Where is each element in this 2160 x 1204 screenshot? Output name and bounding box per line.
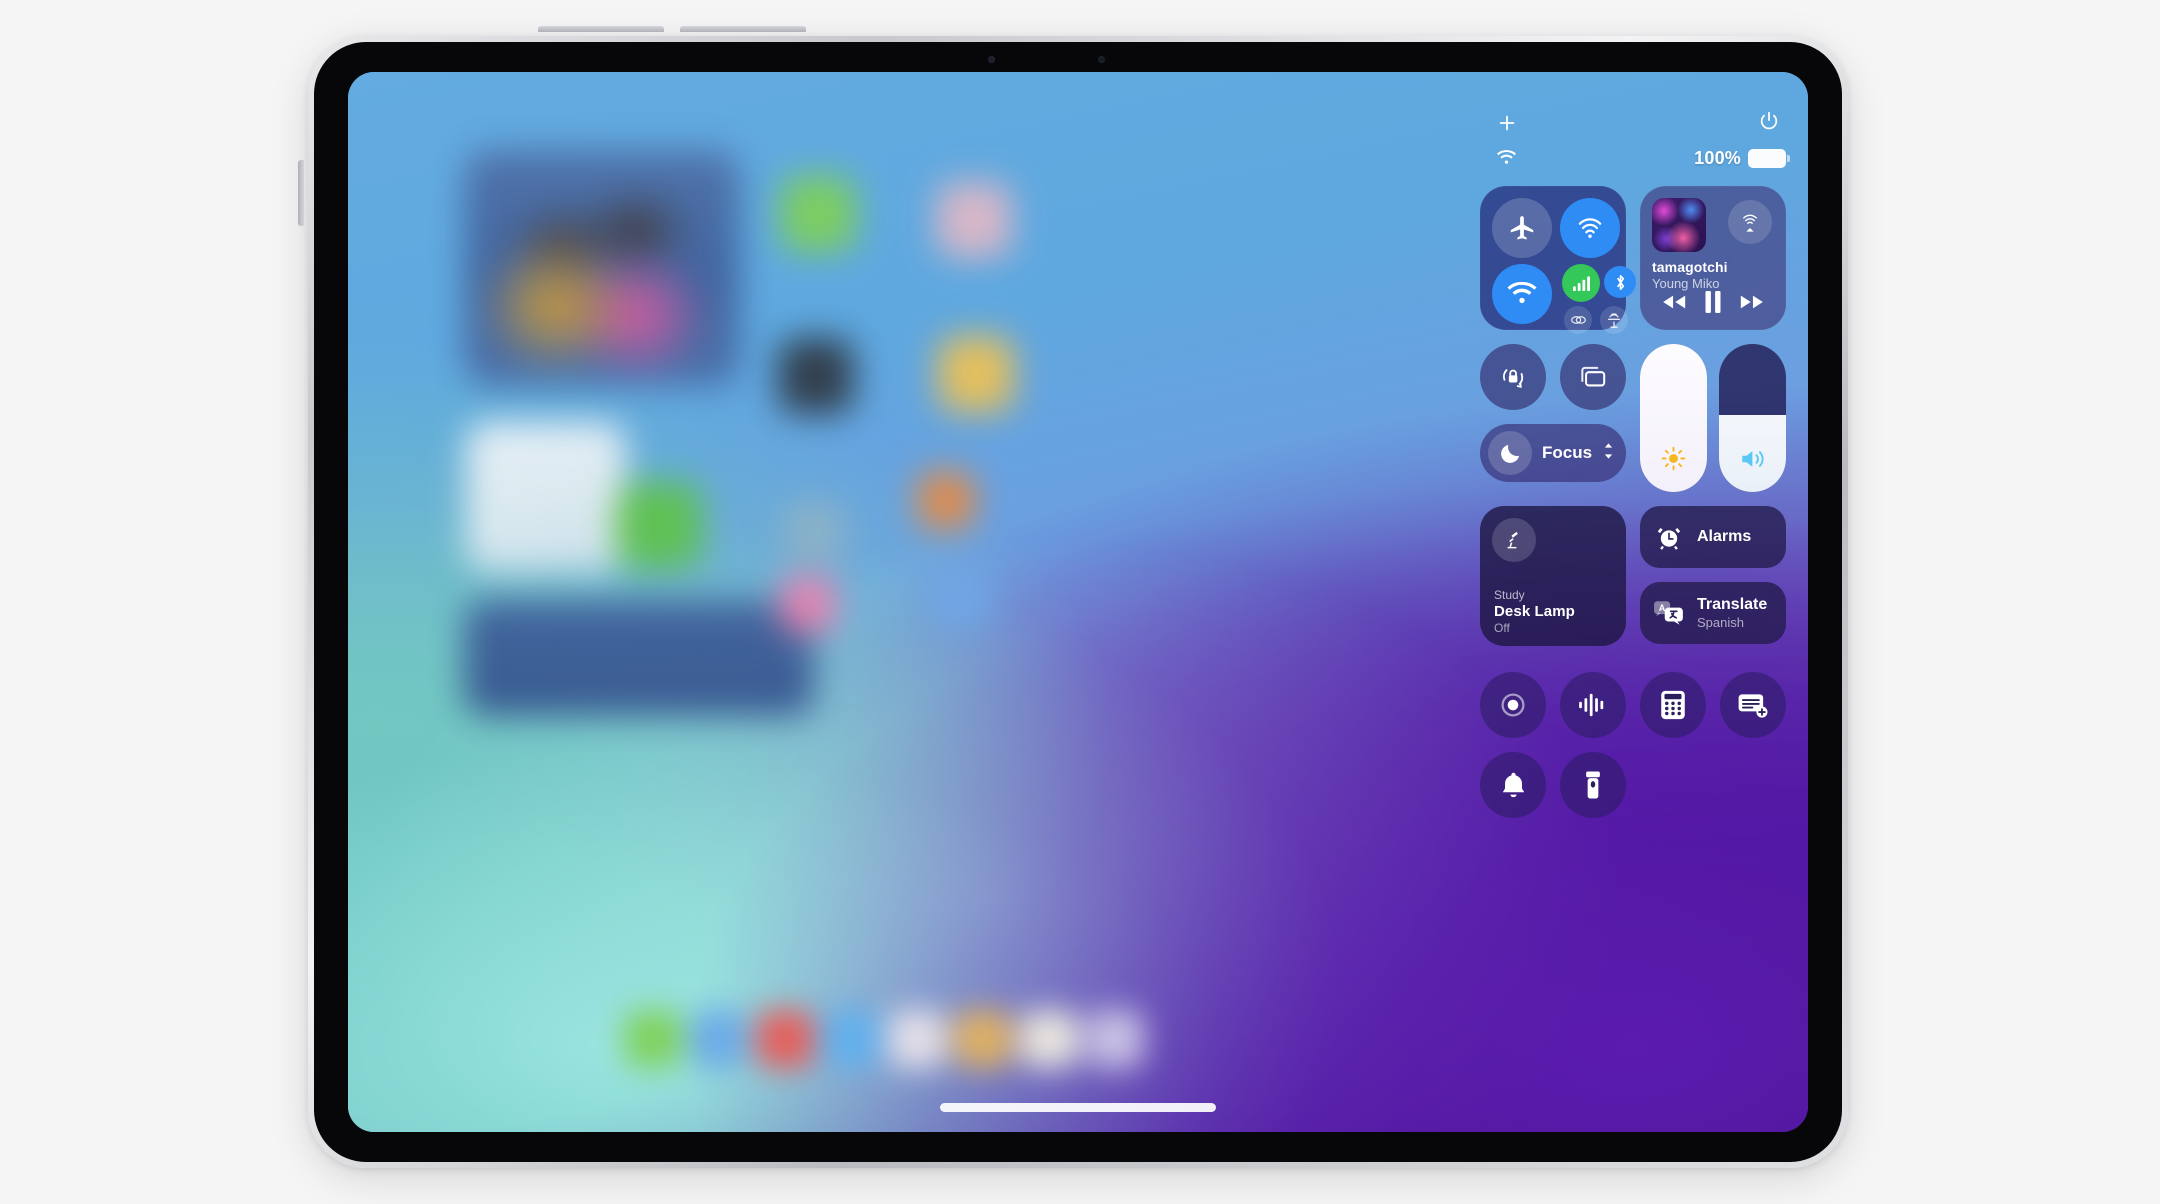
voice-memo-icon[interactable] <box>1560 672 1626 738</box>
album-artwork <box>1652 198 1706 252</box>
alarms-label: Alarms <box>1697 528 1752 545</box>
calculator-icon[interactable] <box>1640 672 1706 738</box>
ringer-bell-icon[interactable] <box>1480 752 1546 818</box>
ipad-screen: 100% tamagotchi Young Miko Focus Study D… <box>348 72 1808 1132</box>
focus-button[interactable]: Focus <box>1480 424 1626 482</box>
control-center-second-row: Focus <box>1480 344 1786 492</box>
focus-label: Focus <box>1542 443 1593 462</box>
app-icon <box>780 176 856 252</box>
power-button[interactable] <box>298 160 304 226</box>
home-indicator[interactable] <box>940 1103 1216 1112</box>
sliders-group <box>1640 344 1786 492</box>
playback-controls <box>1652 290 1774 319</box>
screen-mirroring-icon[interactable] <box>1560 344 1626 410</box>
photos-widget <box>464 150 740 386</box>
rotation-lock-icon[interactable] <box>1480 344 1546 410</box>
airplane-mode-icon[interactable] <box>1492 198 1552 258</box>
battery-percent-label: 100% <box>1694 148 1741 168</box>
track-title: tamagotchi <box>1652 259 1728 275</box>
accessory-room: Study <box>1494 588 1525 602</box>
control-center-third-row: Study Desk Lamp Off Alarms A Translate S… <box>1480 506 1786 658</box>
bluetooth-icon[interactable] <box>1604 266 1636 298</box>
notes-widget <box>464 600 814 716</box>
volume-slider[interactable] <box>1719 344 1786 492</box>
quick-note-icon[interactable] <box>1720 672 1786 738</box>
moon-icon <box>1488 431 1532 475</box>
cellular-bars-icon[interactable] <box>1562 264 1600 302</box>
accessory-state: Off <box>1494 621 1510 635</box>
track-artist: Young Miko <box>1652 276 1720 291</box>
quick-icons-row-1 <box>1480 672 1786 738</box>
app-icon <box>784 502 844 562</box>
speaker-wave-icon <box>1719 446 1786 472</box>
accessory-name: Desk Lamp <box>1494 603 1575 620</box>
dock <box>614 1004 1200 1078</box>
volume-up-button[interactable] <box>538 26 664 32</box>
battery-full-icon <box>1748 149 1790 168</box>
round-toggle-row <box>1480 344 1626 410</box>
screen-record-icon[interactable] <box>1480 672 1546 738</box>
screenshot-canvas: 100% tamagotchi Young Miko Focus Study D… <box>0 0 2160 1204</box>
weather-widget <box>466 422 626 572</box>
airdrop-icon[interactable] <box>1560 198 1620 258</box>
alarm-clock-icon <box>1652 520 1686 554</box>
flashlight-icon[interactable] <box>1560 752 1626 818</box>
airplay-icon[interactable] <box>1728 200 1772 244</box>
quick-icons-row-2 <box>1480 752 1786 818</box>
ambient-sensor <box>1098 56 1105 63</box>
brightness-slider[interactable] <box>1640 344 1707 492</box>
device-bezel: 100% tamagotchi Young Miko Focus Study D… <box>314 42 1842 1162</box>
app-icon <box>936 182 1012 258</box>
app-icon <box>778 338 854 414</box>
battery-status: 100% <box>1694 148 1790 169</box>
ipad-device: 100% tamagotchi Young Miko Focus Study D… <box>298 26 1848 1168</box>
translate-text-block: Translate Spanish <box>1697 596 1767 630</box>
translate-shortcut[interactable]: A Translate Spanish <box>1640 582 1786 644</box>
control-center-top-row: tamagotchi Young Miko <box>1480 186 1786 334</box>
wifi-toggle-icon[interactable] <box>1492 264 1552 324</box>
connectivity-module[interactable] <box>1480 186 1636 334</box>
now-playing-module[interactable]: tamagotchi Young Miko <box>1640 186 1786 330</box>
translate-sublabel: Spanish <box>1697 615 1744 630</box>
home-accessory-text: Study Desk Lamp Off <box>1494 588 1575 635</box>
vpn-link-icon[interactable] <box>1564 306 1592 334</box>
power-icon[interactable] <box>1758 110 1780 137</box>
toggles-and-focus-column: Focus <box>1480 344 1626 492</box>
front-camera <box>988 56 995 63</box>
chevron-updown-icon[interactable] <box>1602 442 1615 465</box>
control-center-page-rail <box>1804 400 1808 638</box>
pause-icon[interactable] <box>1704 290 1722 319</box>
control-center-status-bar: 100% <box>1480 108 1790 186</box>
add-control-icon[interactable] <box>1496 112 1518 139</box>
control-center: 100% tamagotchi Young Miko Focus Study D… <box>1480 108 1790 818</box>
app-icon <box>780 576 836 632</box>
translate-icon: A <box>1652 596 1686 630</box>
alarms-shortcut[interactable]: Alarms <box>1640 506 1786 568</box>
app-icon <box>934 572 990 628</box>
satellite-icon[interactable] <box>1600 306 1628 334</box>
app-icon <box>616 482 702 568</box>
home-accessory-tile[interactable]: Study Desk Lamp Off <box>1480 506 1626 646</box>
rewind-icon[interactable] <box>1660 293 1688 316</box>
status-wifi-icon <box>1496 150 1517 171</box>
sun-icon <box>1640 445 1707 472</box>
desk-lamp-icon <box>1492 518 1536 562</box>
fast-forward-icon[interactable] <box>1738 293 1766 316</box>
shortcuts-column: Alarms A Translate Spanish <box>1640 506 1786 644</box>
app-icon <box>918 472 974 528</box>
app-icon <box>938 336 1014 412</box>
translate-label: Translate <box>1697 596 1768 613</box>
volume-down-button[interactable] <box>680 26 806 32</box>
